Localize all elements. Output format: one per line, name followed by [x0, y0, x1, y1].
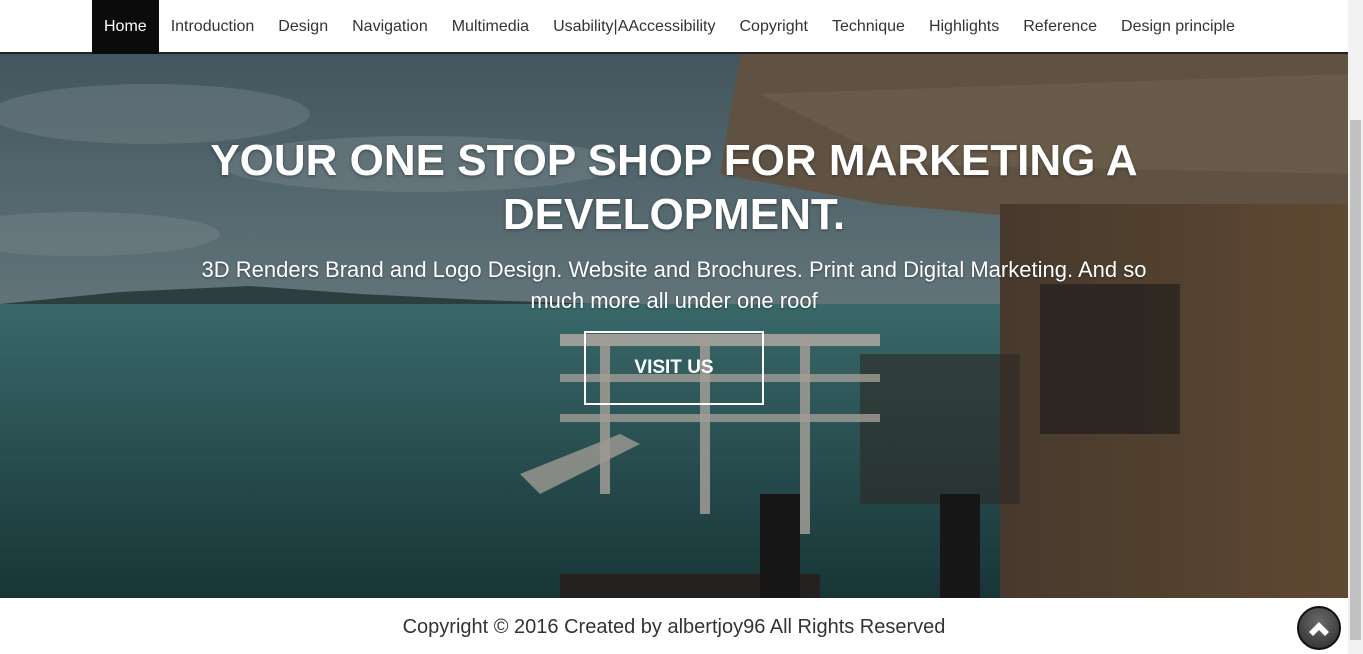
nav-item-usability-accessibility[interactable]: Usability|AAccessibility — [541, 0, 727, 54]
nav-item-home[interactable]: Home — [92, 0, 159, 54]
hero-subtitle: 3D Renders Brand and Logo Design. Websit… — [201, 257, 1147, 313]
nav-item-reference[interactable]: Reference — [1011, 0, 1109, 54]
footer: Copyright © 2016 Created by albertjoy96 … — [0, 598, 1348, 654]
chevron-up-circle-icon — [1309, 622, 1329, 636]
nav-item-highlights[interactable]: Highlights — [917, 0, 1011, 54]
page-scrollbar[interactable] — [1348, 0, 1363, 654]
hero-banner: YOUR ONE STOP SHOP FOR MARKETING A DEVEL… — [0, 54, 1348, 598]
nav-item-navigation[interactable]: Navigation — [340, 0, 440, 54]
hero-content: YOUR ONE STOP SHOP FOR MARKETING A DEVEL… — [0, 134, 1348, 405]
hero-title: YOUR ONE STOP SHOP FOR MARKETING A DEVEL… — [210, 136, 1138, 239]
nav-item-multimedia[interactable]: Multimedia — [440, 0, 541, 54]
nav-item-copyright[interactable]: Copyright — [728, 0, 820, 54]
nav-menu: Home Introduction Design Navigation Mult… — [92, 0, 1247, 54]
scrollbar-thumb[interactable] — [1350, 120, 1361, 640]
nav-item-design-principle[interactable]: Design principle — [1109, 0, 1247, 54]
nav-item-introduction[interactable]: Introduction — [159, 0, 267, 54]
back-to-top-button[interactable] — [1297, 606, 1341, 650]
top-navbar: Home Introduction Design Navigation Mult… — [0, 0, 1348, 54]
nav-item-design[interactable]: Design — [266, 0, 340, 54]
visit-us-button[interactable]: VISIT US — [584, 331, 764, 405]
footer-copyright: Copyright © 2016 Created by albertjoy96 … — [402, 616, 946, 638]
nav-item-technique[interactable]: Technique — [820, 0, 917, 54]
